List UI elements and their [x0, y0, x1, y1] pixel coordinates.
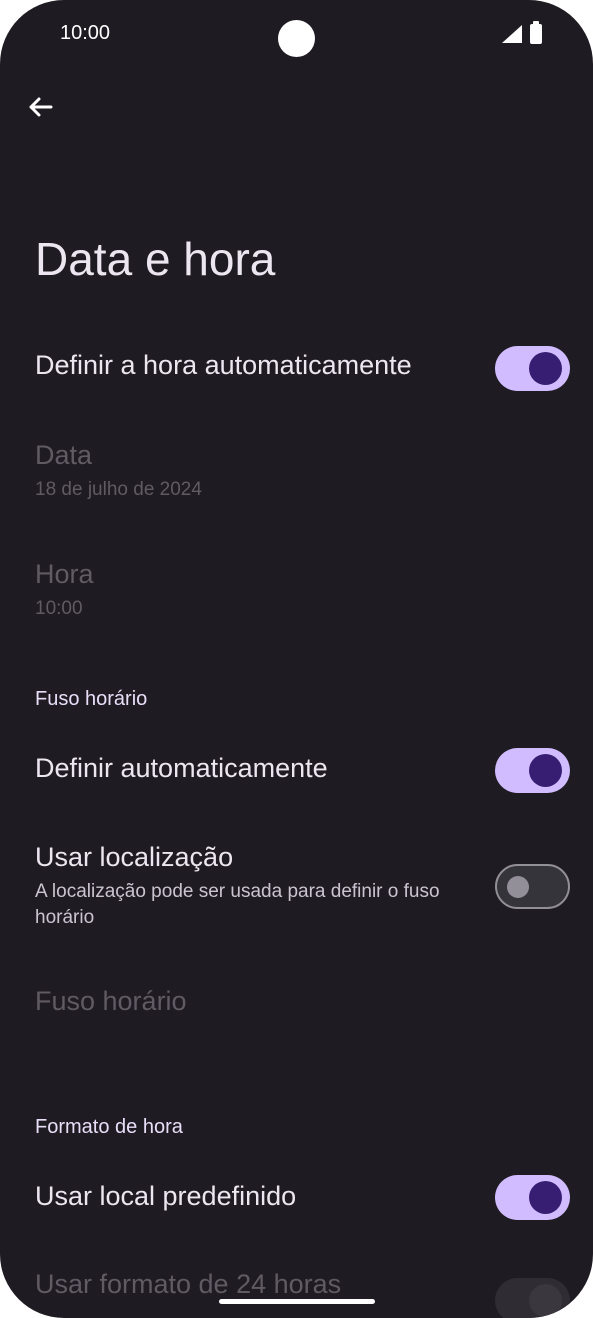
use-location-summary: A localização pode ser usada para defini…	[35, 881, 440, 928]
status-bar: 10:00	[0, 0, 593, 70]
auto-time-row[interactable]: Definir a hora automaticamente	[35, 350, 465, 381]
locale-default-row[interactable]: Usar local predefinido	[35, 1181, 465, 1212]
auto-time-label: Definir a hora automaticamente	[35, 350, 412, 380]
use-location-label: Usar localização	[35, 842, 234, 872]
timezone-row[interactable]: Fuso horário	[35, 986, 465, 1017]
signal-icon	[502, 25, 522, 43]
hour-label: Hora	[35, 559, 94, 589]
locale-default-toggle[interactable]	[495, 1175, 570, 1220]
toggle-knob	[529, 1181, 562, 1214]
phone-screen: 10:00 Data e hora Definir a hora automat…	[0, 0, 593, 1318]
page-title: Data e hora	[35, 233, 276, 285]
date-row[interactable]: Data 18 de julho de 2024	[35, 440, 465, 503]
camera-cutout	[278, 20, 315, 57]
back-arrow-icon[interactable]	[20, 86, 62, 128]
auto-tz-label: Definir automaticamente	[35, 753, 328, 783]
toggle-knob	[529, 754, 562, 787]
auto-time-toggle[interactable]	[495, 346, 570, 391]
toggle-knob	[529, 352, 562, 385]
home-indicator[interactable]	[219, 1299, 375, 1304]
status-time: 10:00	[60, 22, 111, 44]
hour-value: 10:00	[35, 598, 83, 619]
battery-icon	[530, 21, 542, 44]
auto-tz-row[interactable]: Definir automaticamente	[35, 753, 465, 784]
toggle-knob	[507, 876, 529, 898]
section-header-time-format: Formato de hora	[35, 1116, 183, 1138]
section-header-timezone: Fuso horário	[35, 688, 148, 710]
use-24h-row[interactable]: Usar formato de 24 horas	[35, 1269, 465, 1300]
hour-row[interactable]: Hora 10:00	[35, 559, 465, 622]
use-24h-label: Usar formato de 24 horas	[35, 1269, 342, 1299]
date-value: 18 de julho de 2024	[35, 479, 202, 500]
timezone-label: Fuso horário	[35, 986, 187, 1016]
use-location-row[interactable]: Usar localização A localização pode ser …	[35, 842, 455, 931]
locale-default-label: Usar local predefinido	[35, 1181, 297, 1211]
use-24h-toggle[interactable]	[495, 1278, 570, 1318]
date-label: Data	[35, 440, 93, 470]
auto-tz-toggle[interactable]	[495, 748, 570, 793]
toggle-knob	[529, 1284, 562, 1317]
use-location-toggle[interactable]	[495, 864, 570, 909]
